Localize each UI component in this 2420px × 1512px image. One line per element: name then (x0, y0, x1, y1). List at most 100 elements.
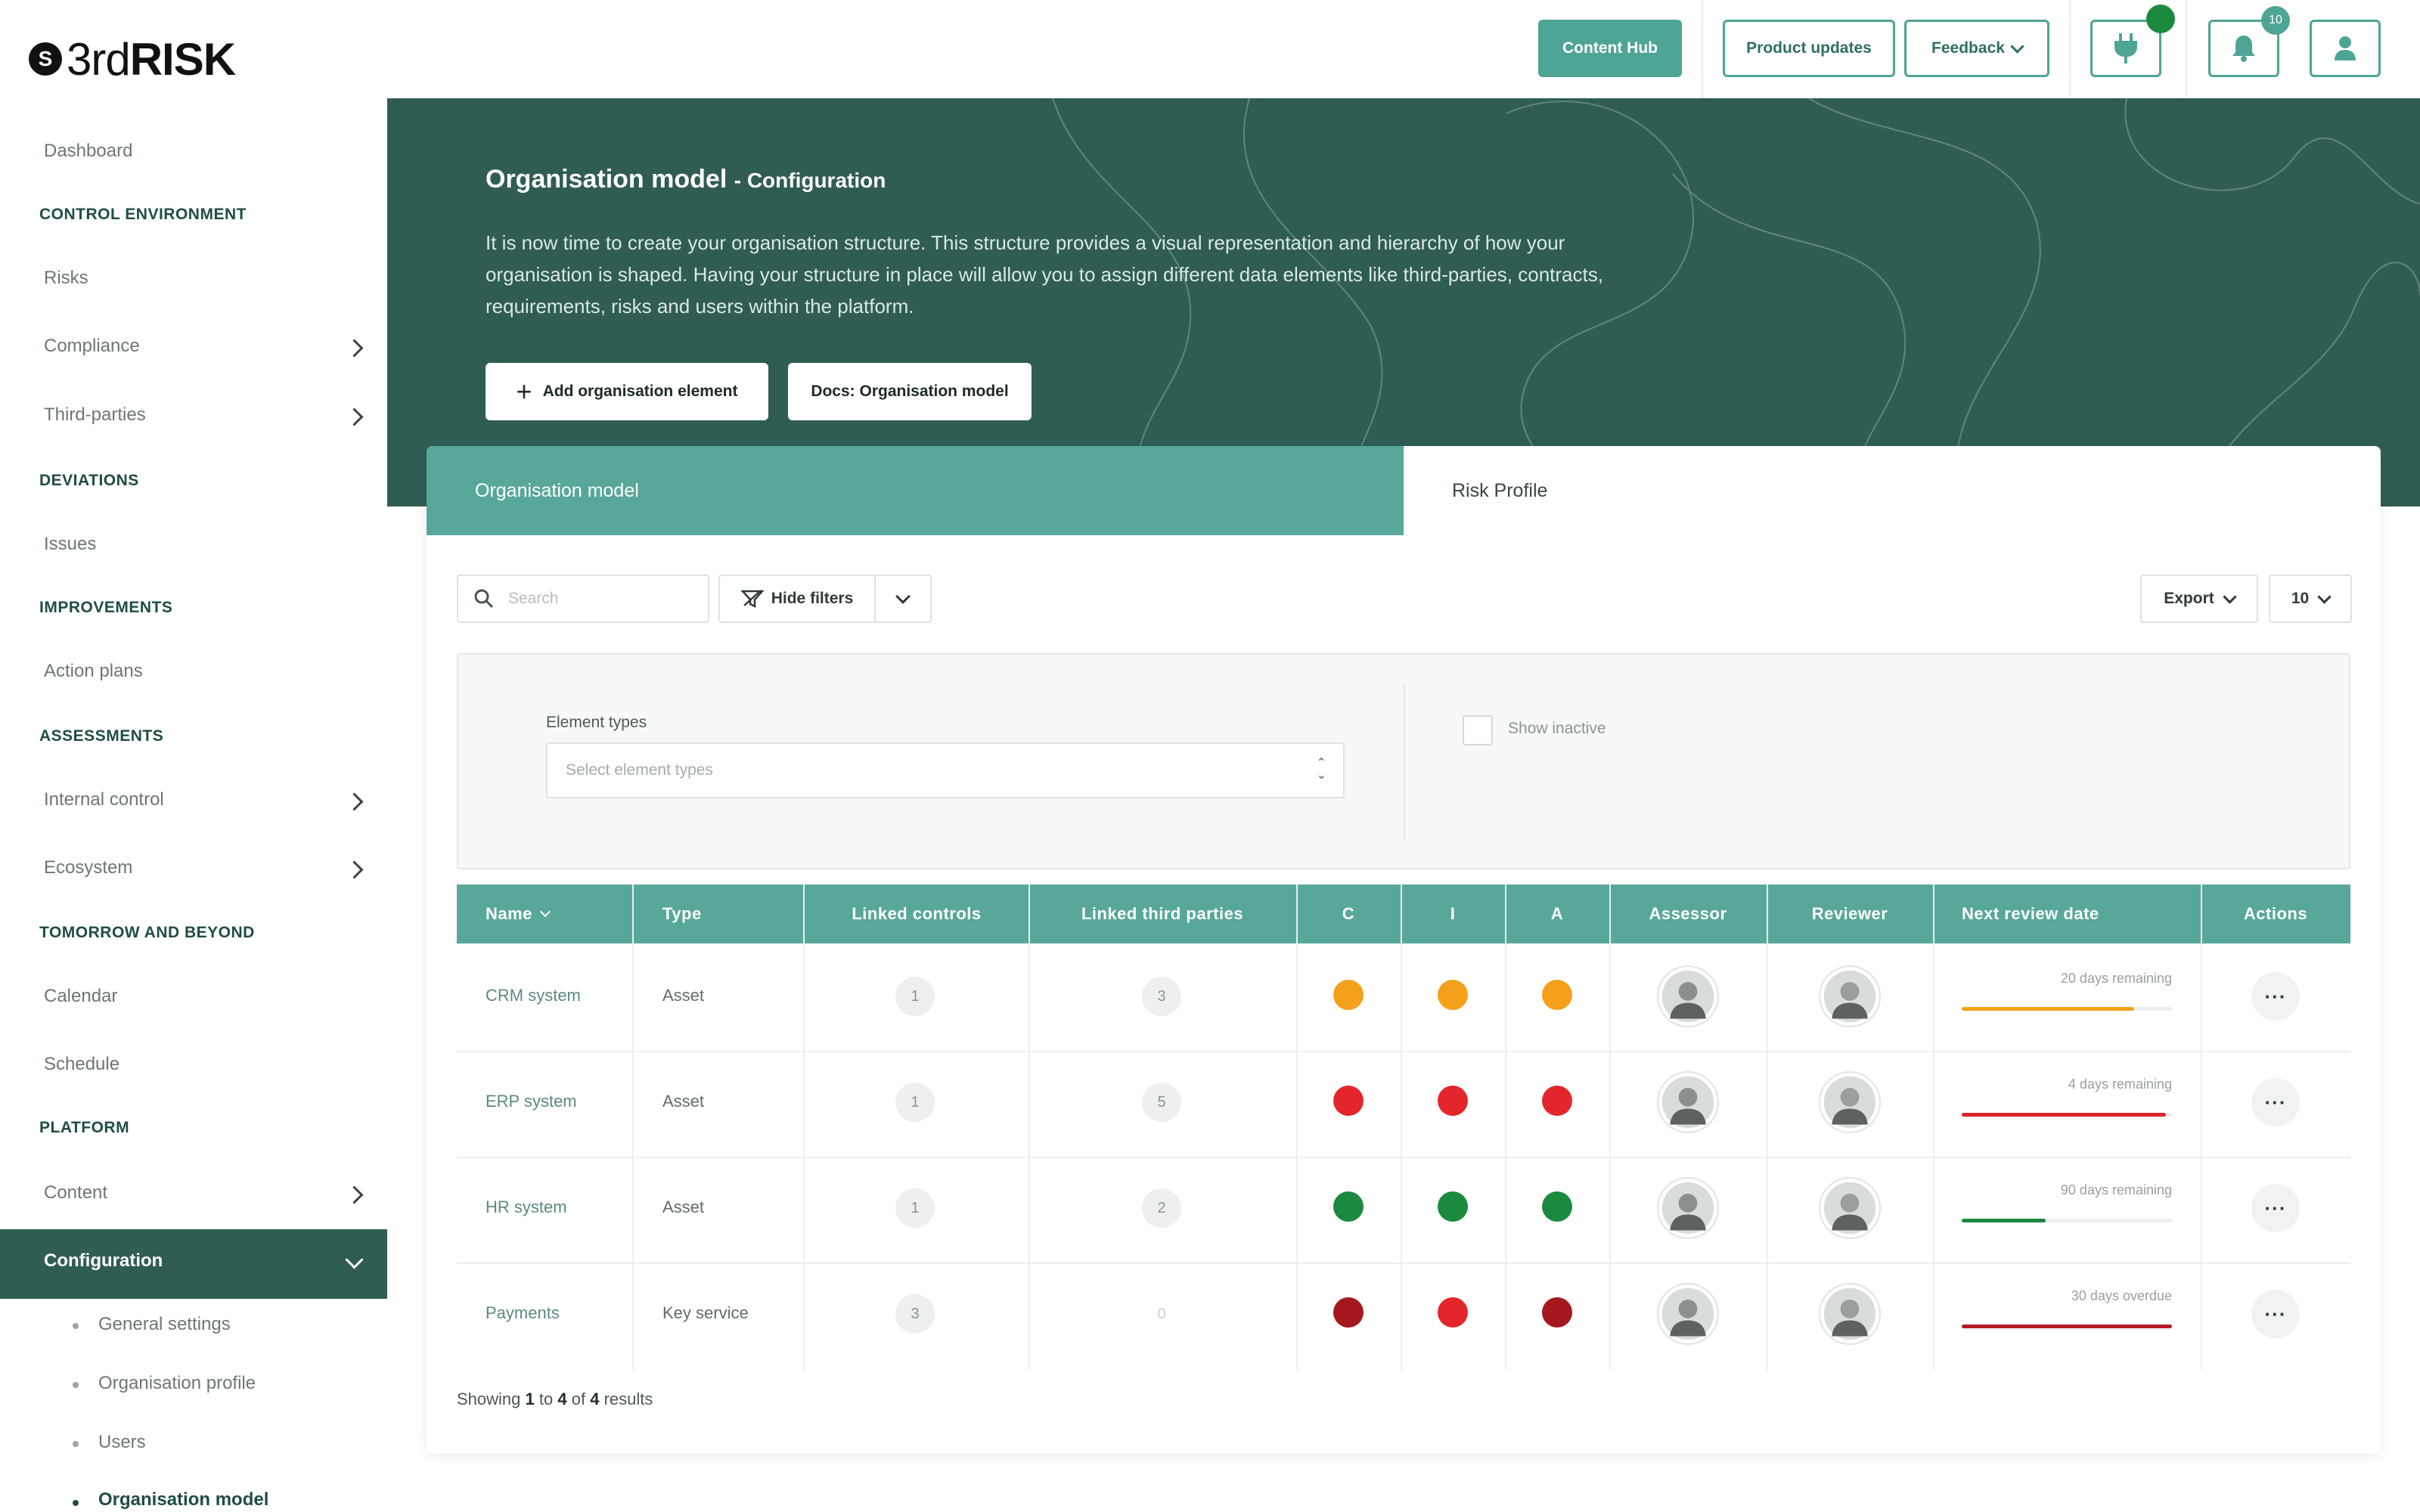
linked-controls-count[interactable]: 1 (895, 1188, 935, 1228)
sidebar-item-risks[interactable]: Risks (44, 268, 88, 289)
column-header-next-review-date[interactable]: Next review date (1962, 885, 2189, 943)
divider (2069, 0, 2071, 98)
confidentiality-indicator (1333, 1191, 1364, 1222)
row-name[interactable]: CRM system (486, 986, 581, 1005)
column-divider (1767, 885, 1768, 1370)
more-icon: ··· (2264, 1196, 2287, 1219)
linked-controls-count[interactable]: 3 (895, 1294, 935, 1334)
bullet-icon (73, 1323, 79, 1329)
sidebar-subitem-users[interactable]: Users (98, 1432, 146, 1453)
row-actions-button[interactable]: ··· (2251, 1290, 2300, 1338)
column-header-linked-third-parties: Linked third parties (1081, 904, 1244, 923)
section-assessments: ASSESSMENTS (39, 727, 164, 745)
column-divider (1505, 885, 1506, 1370)
assessor-avatar[interactable] (1657, 1071, 1719, 1133)
row-divider (457, 1157, 2350, 1158)
filter-off-icon (740, 590, 764, 609)
sidebar-subitem-general-settings[interactable]: General settings (98, 1314, 231, 1335)
tab-risk-profile[interactable]: Risk Profile (1404, 446, 2381, 535)
page-size-select[interactable]: 10 (2269, 575, 2352, 623)
row-divider (457, 1263, 2350, 1264)
search-input[interactable]: Search (457, 575, 709, 623)
element-types-label: Element types (546, 714, 647, 731)
column-header-assessor: Assessor (1649, 904, 1727, 923)
page-title: Organisation model - Configuration (486, 165, 886, 194)
row-type: Asset (662, 1092, 705, 1111)
review-status-text: 20 days remaining (2060, 971, 2172, 986)
sidebar-item-action-plans[interactable]: Action plans (44, 661, 143, 682)
profile-button[interactable] (2310, 20, 2381, 77)
filter-options-dropdown[interactable] (874, 575, 932, 623)
status-indicator (2146, 5, 2175, 33)
linked-third-parties-count[interactable]: 2 (1142, 1188, 1181, 1228)
confidentiality-indicator (1333, 1086, 1364, 1116)
assessor-avatar[interactable] (1657, 965, 1719, 1027)
reviewer-avatar[interactable] (1819, 965, 1881, 1027)
review-status-text: 4 days remaining (2068, 1077, 2172, 1092)
column-header-type[interactable]: Type (662, 885, 799, 943)
reviewer-avatar[interactable] (1819, 1283, 1881, 1345)
user-icon (2335, 36, 2356, 60)
column-divider (1028, 885, 1030, 1370)
chevron-down-icon (2010, 39, 2024, 54)
export-button[interactable]: Export (2140, 575, 2258, 623)
column-header-name[interactable]: Name (486, 885, 629, 943)
linked-controls-count[interactable]: 1 (895, 1083, 935, 1122)
feedback-button[interactable]: Feedback (1904, 20, 2049, 77)
docs-organisation-model-button[interactable]: Docs: Organisation model (788, 363, 1032, 420)
sidebar-item-internal-control[interactable]: Internal control (44, 789, 164, 810)
sidebar-item-calendar[interactable]: Calendar (44, 986, 117, 1007)
sidebar-item-compliance[interactable]: Compliance (44, 336, 140, 357)
review-status-text: 90 days remaining (2060, 1182, 2172, 1198)
sidebar-item-schedule[interactable]: Schedule (44, 1054, 119, 1075)
filters-divider (1404, 683, 1405, 839)
availability-indicator (1542, 1086, 1572, 1116)
reviewer-avatar[interactable] (1819, 1071, 1881, 1133)
sidebar-subitem-organisation-profile[interactable]: Organisation profile (98, 1373, 256, 1394)
row-name[interactable]: ERP system (486, 1092, 577, 1111)
chevron-down-icon (2223, 589, 2237, 604)
linked-third-parties-count[interactable]: 0 (1142, 1294, 1181, 1334)
chevron-down-icon (2317, 589, 2332, 604)
linked-controls-count[interactable]: 1 (895, 977, 935, 1016)
linked-third-parties-count[interactable]: 5 (1142, 1083, 1181, 1122)
sidebar-item-dashboard[interactable]: Dashboard (44, 141, 132, 162)
row-name[interactable]: Payments (486, 1303, 560, 1323)
column-header-a: A (1550, 904, 1564, 923)
tab-organisation-model[interactable]: Organisation model (427, 446, 1404, 535)
column-divider (1609, 885, 1611, 1370)
assessor-avatar[interactable] (1657, 1177, 1719, 1239)
column-header-actions: Actions (2243, 904, 2308, 923)
sidebar-subitem-organisation-model[interactable]: Organisation model (98, 1489, 268, 1510)
linked-third-parties-count[interactable]: 3 (1142, 977, 1181, 1016)
section-control-environment: CONTROL ENVIRONMENT (39, 206, 247, 223)
sidebar-item-issues[interactable]: Issues (44, 534, 96, 555)
integrity-indicator (1438, 1086, 1468, 1116)
row-name[interactable]: HR system (486, 1198, 567, 1217)
add-organisation-element-button[interactable]: + Add organisation element (486, 363, 768, 420)
element-types-select[interactable]: Select element types ⌃ ⌄ (546, 742, 1345, 798)
sidebar-item-third-parties[interactable]: Third-parties (44, 404, 146, 426)
integrity-indicator (1438, 980, 1468, 1010)
content-hub-button[interactable]: Content Hub (1538, 20, 1682, 77)
app-logo[interactable]: S 3rdRISK (29, 34, 236, 85)
section-deviations: DEVIATIONS (39, 472, 139, 489)
sidebar-item-ecosystem[interactable]: Ecosystem (44, 857, 132, 878)
row-type: Asset (662, 986, 705, 1005)
availability-indicator (1542, 1297, 1572, 1328)
show-inactive-checkbox[interactable] (1463, 715, 1493, 745)
row-type: Asset (662, 1198, 705, 1216)
row-actions-button[interactable]: ··· (2251, 1078, 2300, 1126)
hide-filters-button[interactable]: Hide filters (718, 575, 876, 623)
sort-desc-icon (539, 906, 551, 918)
product-updates-button[interactable]: Product updates (1723, 20, 1895, 77)
row-actions-button[interactable]: ··· (2251, 972, 2300, 1021)
row-actions-button[interactable]: ··· (2251, 1184, 2300, 1232)
sidebar-item-content[interactable]: Content (44, 1182, 107, 1204)
assessor-avatar[interactable] (1657, 1283, 1719, 1345)
row-divider (457, 1051, 2350, 1052)
reviewer-avatar[interactable] (1819, 1177, 1881, 1239)
bullet-icon (73, 1500, 79, 1506)
search-icon (474, 589, 494, 609)
plug-icon (2114, 33, 2137, 64)
